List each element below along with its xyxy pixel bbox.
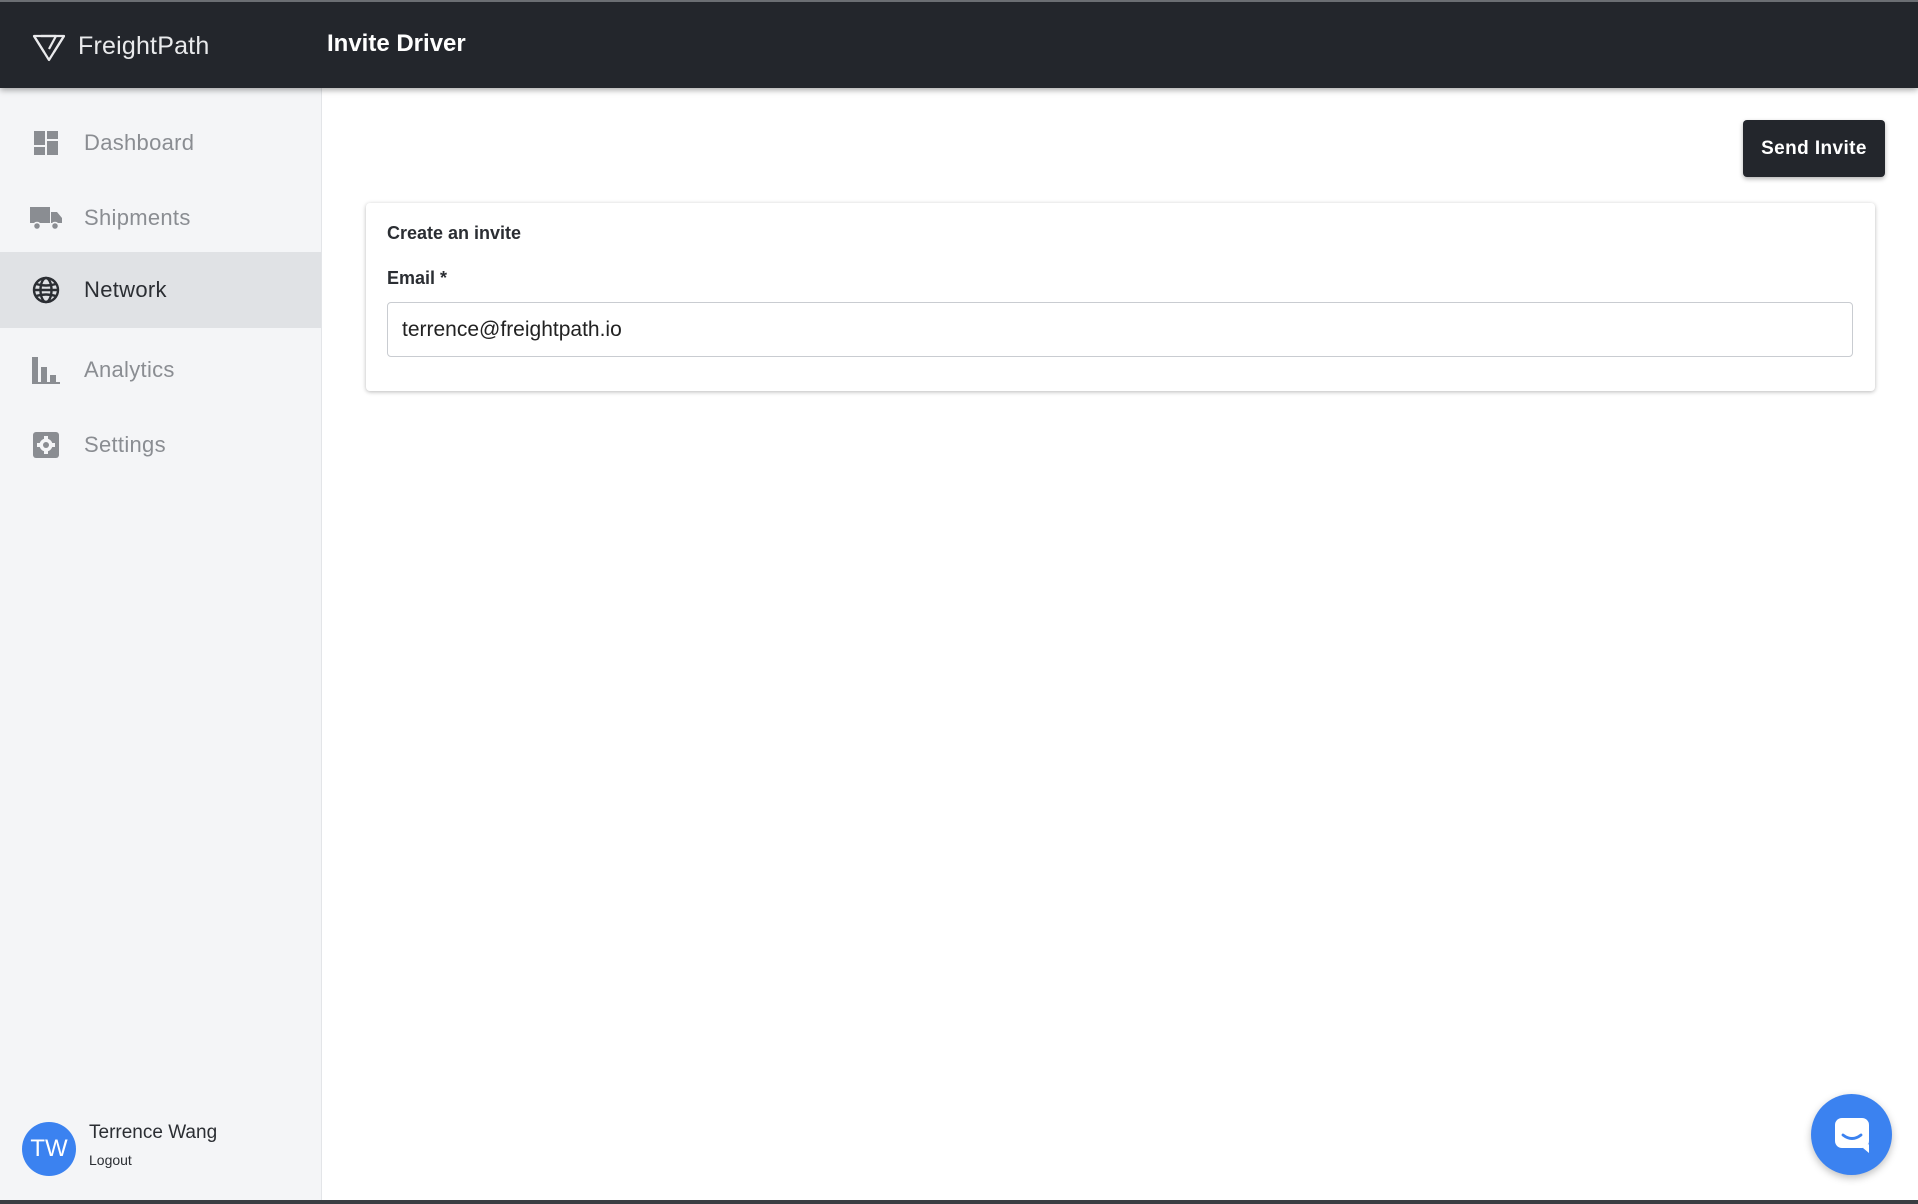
sidebar-item-label: Settings: [84, 432, 166, 457]
dashboard-icon: [30, 127, 62, 159]
bar-chart-icon: [30, 354, 62, 386]
user-profile: TW Terrence Wang Logout: [22, 1120, 312, 1180]
avatar[interactable]: TW: [22, 1122, 76, 1176]
sidebar-item-network[interactable]: Network: [0, 252, 321, 328]
sidebar-item-label: Analytics: [84, 357, 175, 382]
user-name: Terrence Wang: [89, 1122, 218, 1143]
truck-icon: [30, 202, 62, 234]
sidebar: Dashboard Shipments Network Analytics Se…: [0, 88, 322, 1204]
gear-icon: [30, 429, 62, 461]
sidebar-item-label: Shipments: [84, 205, 191, 230]
invite-card: Create an invite Email *: [366, 203, 1875, 391]
sidebar-item-dashboard[interactable]: Dashboard: [0, 105, 321, 181]
top-header: FreightPath Invite Driver: [0, 0, 1918, 88]
sidebar-item-label: Dashboard: [84, 130, 195, 155]
chat-launcher-button[interactable]: [1811, 1094, 1892, 1175]
sidebar-item-shipments[interactable]: Shipments: [0, 180, 321, 256]
app-window: FreightPath Invite Driver Dashboard Ship…: [0, 0, 1918, 1204]
card-title: Create an invite: [387, 223, 522, 243]
email-label: Email *: [387, 268, 448, 288]
brand[interactable]: FreightPath: [32, 28, 209, 64]
sidebar-item-label: Network: [84, 277, 167, 302]
logout-link[interactable]: Logout: [89, 1152, 132, 1168]
bottom-edge: [0, 1200, 1918, 1204]
send-invite-button[interactable]: Send Invite: [1743, 120, 1885, 177]
chat-icon: [1834, 1117, 1869, 1153]
sidebar-item-settings[interactable]: Settings: [0, 407, 321, 483]
email-field[interactable]: [387, 302, 1853, 357]
globe-icon: [30, 274, 62, 306]
freightpath-logo-icon: [32, 34, 66, 62]
page-title: Invite Driver: [327, 30, 466, 57]
brand-name: FreightPath: [78, 31, 210, 60]
sidebar-item-analytics[interactable]: Analytics: [0, 332, 321, 408]
